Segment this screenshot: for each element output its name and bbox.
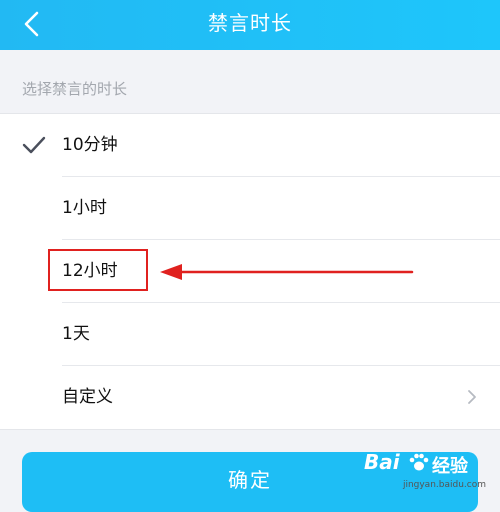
chevron-right-icon: [468, 390, 476, 404]
title-bar: 禁言时长: [0, 0, 500, 50]
checkmark-icon: [22, 136, 46, 154]
annotation-arrow-icon: [160, 264, 414, 280]
section-hint: 选择禁言的时长: [22, 80, 128, 98]
option-1-day[interactable]: 1天: [0, 303, 500, 366]
confirm-button[interactable]: 确定: [22, 452, 478, 512]
option-10-minutes[interactable]: 10分钟: [0, 114, 500, 177]
option-1-hour[interactable]: 1小时: [0, 177, 500, 240]
page-title: 禁言时长: [208, 11, 292, 35]
option-label: 1天: [62, 324, 90, 344]
option-custom[interactable]: 自定义: [0, 366, 500, 429]
option-label: 1小时: [62, 198, 107, 218]
option-label: 自定义: [62, 387, 113, 407]
option-label: 10分钟: [62, 135, 118, 155]
option-label: 12小时: [62, 261, 118, 281]
